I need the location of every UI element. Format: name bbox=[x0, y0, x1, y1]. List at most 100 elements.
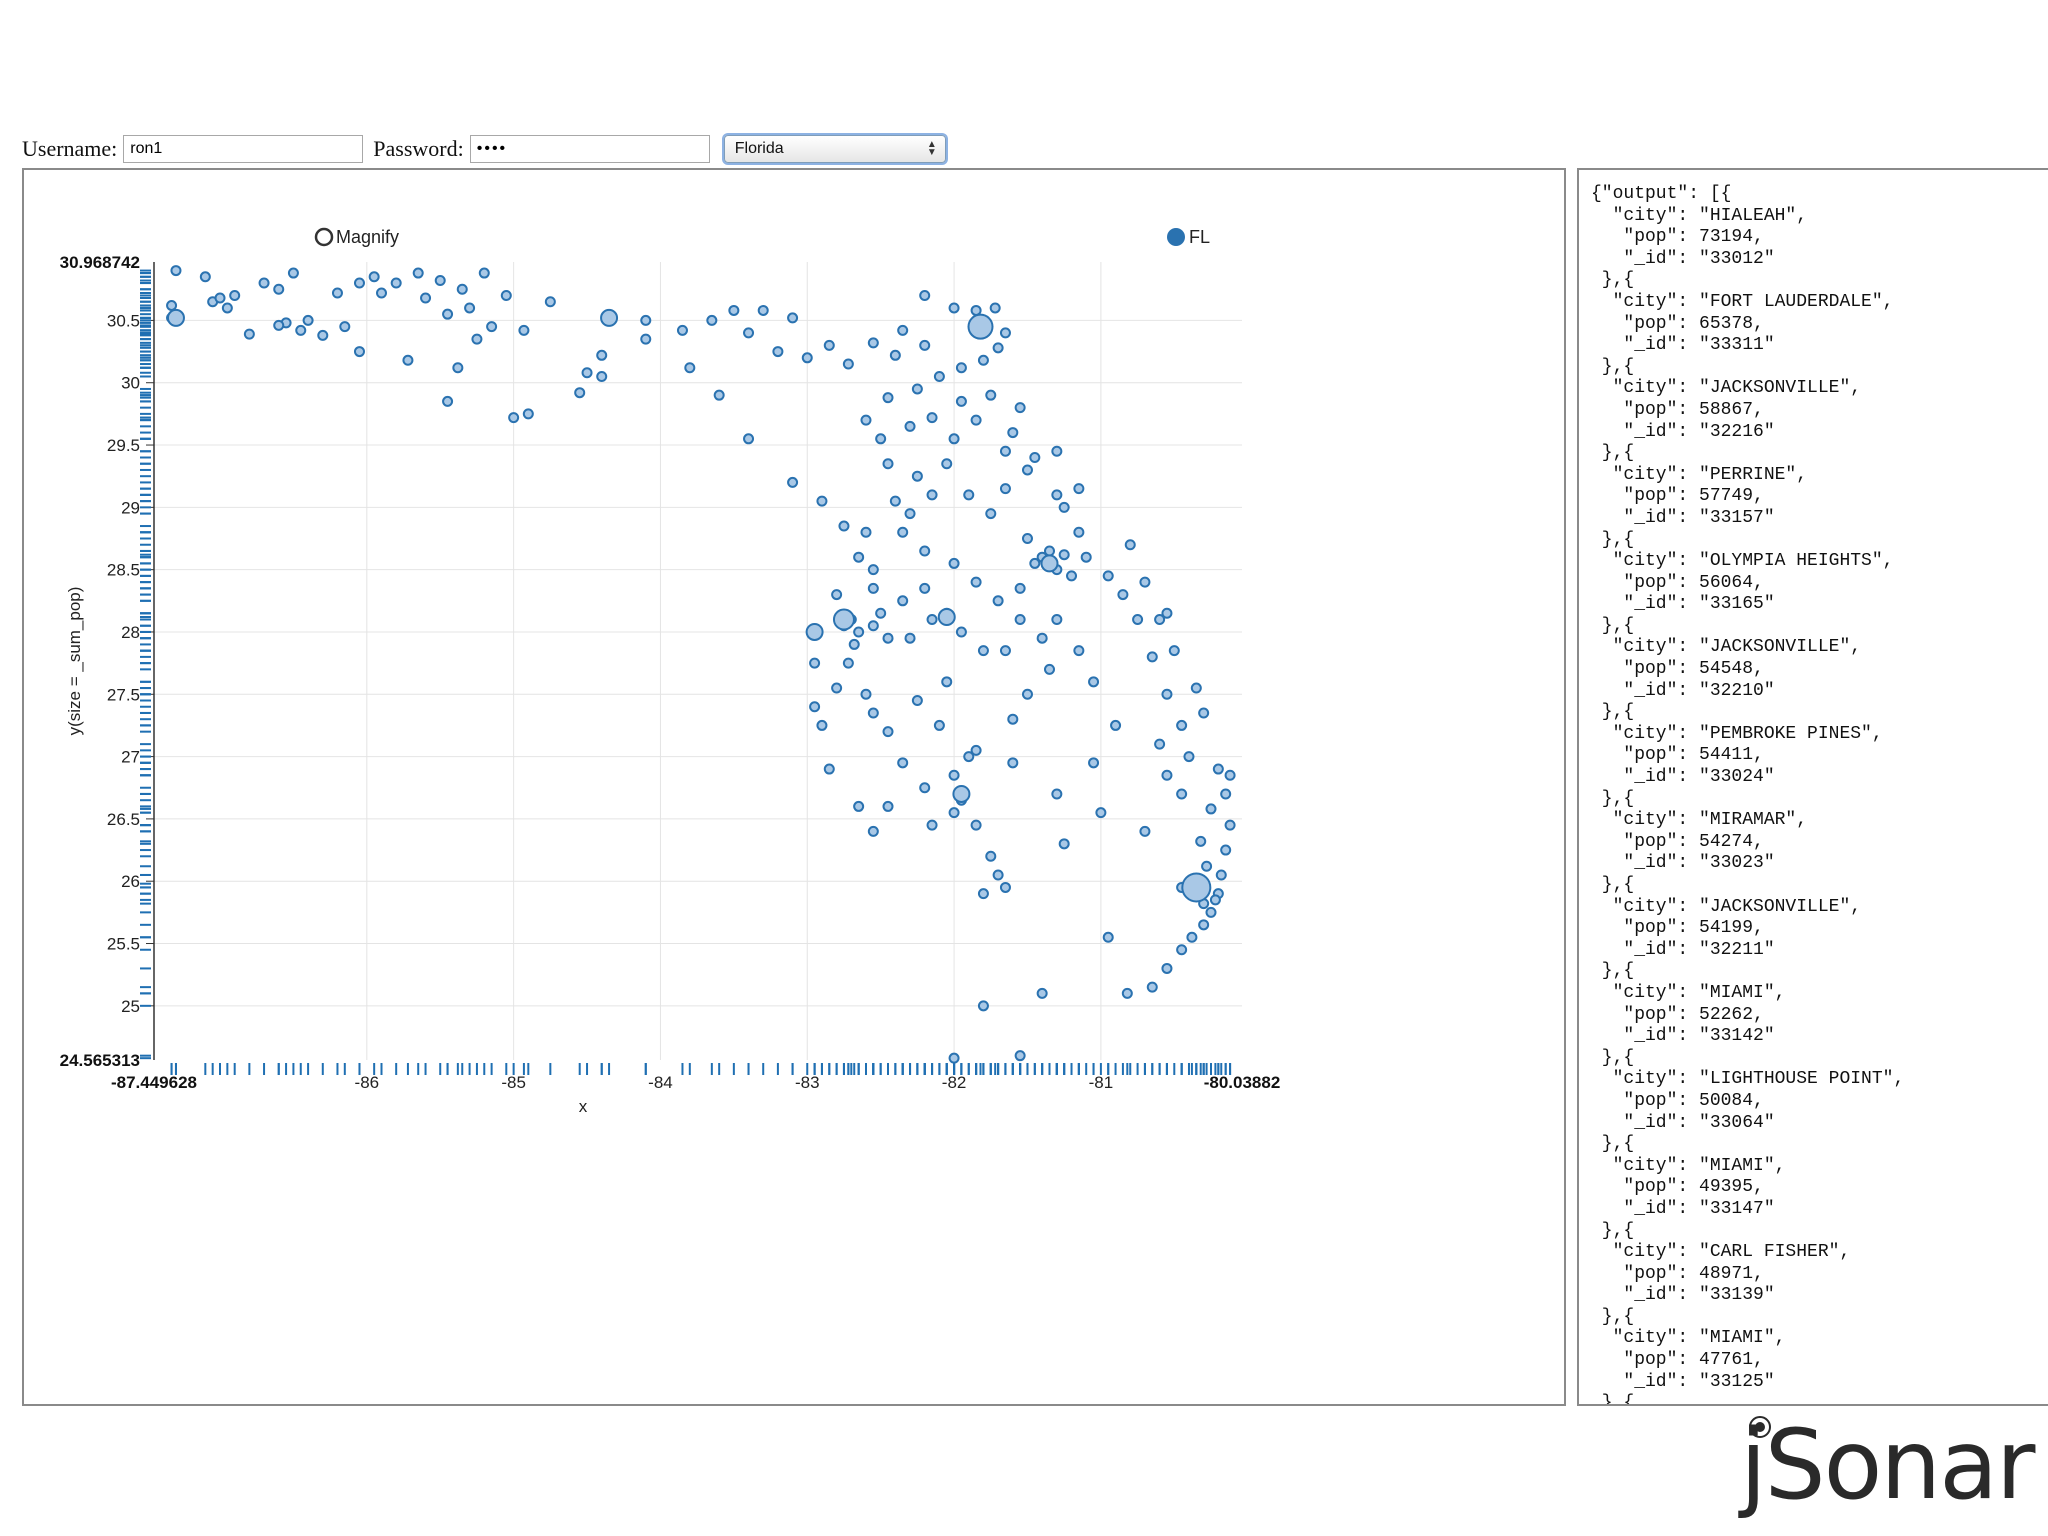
data-point bbox=[860, 688, 872, 700]
json-output-panel[interactable]: {"output": [{ "city": "HIALEAH", "pop": … bbox=[1577, 168, 2048, 1406]
y-tick-label: 28 bbox=[121, 623, 140, 642]
data-point bbox=[1183, 751, 1195, 763]
data-point bbox=[214, 292, 226, 304]
x-tick-label: -82 bbox=[942, 1073, 967, 1092]
data-point bbox=[941, 676, 953, 688]
data-point bbox=[1058, 501, 1070, 513]
data-point bbox=[596, 370, 608, 382]
username-input[interactable] bbox=[123, 135, 364, 163]
state-select[interactable]: Florida ▲ ▼ bbox=[723, 135, 946, 163]
data-point bbox=[948, 1052, 960, 1064]
jsonar-logo: jSonar bbox=[1740, 1405, 2040, 1530]
data-point bbox=[464, 302, 476, 314]
data-point bbox=[1198, 919, 1210, 931]
data-point bbox=[1209, 894, 1221, 906]
data-point bbox=[948, 302, 960, 314]
data-point bbox=[897, 595, 909, 607]
data-point bbox=[948, 769, 960, 781]
data-point-large bbox=[166, 308, 185, 327]
y-tick-label: 29.5 bbox=[107, 436, 140, 455]
data-point bbox=[904, 508, 916, 520]
data-point bbox=[1201, 860, 1213, 872]
login-bar: Username: Password: Florida ▲▼ bbox=[22, 131, 946, 167]
data-point bbox=[1224, 769, 1236, 781]
data-point bbox=[1139, 825, 1151, 837]
data-point bbox=[456, 283, 468, 295]
data-point bbox=[1205, 906, 1217, 918]
data-point bbox=[882, 726, 894, 738]
data-point bbox=[919, 545, 931, 557]
data-point bbox=[875, 607, 887, 619]
data-point bbox=[860, 414, 872, 426]
data-point bbox=[948, 433, 960, 445]
data-point bbox=[199, 271, 211, 283]
data-point bbox=[955, 626, 967, 638]
scatter-chart[interactable]: 25 25.5 26 26.5 27 27.5 28 28.5 29 29.5 30 30.5 30.9… bbox=[24, 170, 1564, 1404]
data-point bbox=[640, 333, 652, 345]
y-tick-label: 29 bbox=[121, 498, 140, 517]
data-point bbox=[977, 888, 989, 900]
data-point-large bbox=[1040, 554, 1059, 573]
data-point bbox=[823, 763, 835, 775]
data-point bbox=[977, 645, 989, 657]
logo-signal-icon bbox=[1749, 1416, 1771, 1438]
y-max-label: 30.968742 bbox=[60, 253, 140, 272]
data-point bbox=[1139, 576, 1151, 588]
data-point-large bbox=[832, 608, 855, 631]
data-point bbox=[1029, 451, 1041, 463]
data-point bbox=[295, 324, 307, 336]
data-point bbox=[757, 304, 769, 316]
data-point bbox=[977, 1000, 989, 1012]
data-point bbox=[331, 287, 343, 299]
x-tick-label: -85 bbox=[501, 1073, 526, 1092]
data-point bbox=[838, 520, 850, 532]
data-point bbox=[273, 319, 285, 331]
data-point bbox=[684, 362, 696, 374]
data-point bbox=[897, 324, 909, 336]
data-point bbox=[1161, 769, 1173, 781]
data-point bbox=[787, 312, 799, 324]
data-point bbox=[420, 292, 432, 304]
data-point bbox=[977, 354, 989, 366]
data-point bbox=[1220, 788, 1232, 800]
data-point bbox=[1051, 445, 1063, 457]
data-point bbox=[985, 389, 997, 401]
data-point bbox=[596, 349, 608, 361]
data-point bbox=[970, 576, 982, 588]
data-point bbox=[860, 526, 872, 538]
data-point bbox=[816, 495, 828, 507]
data-point bbox=[867, 582, 879, 594]
data-point bbox=[882, 800, 894, 812]
data-point bbox=[706, 314, 718, 326]
data-point-large bbox=[600, 308, 619, 327]
data-point bbox=[229, 289, 241, 301]
data-point bbox=[1176, 788, 1188, 800]
data-point bbox=[500, 289, 512, 301]
data-point bbox=[412, 267, 424, 279]
data-point bbox=[992, 595, 1004, 607]
data-point bbox=[471, 333, 483, 345]
data-point bbox=[919, 339, 931, 351]
data-point-large bbox=[937, 608, 956, 627]
x-max-label: -80.03882 bbox=[1204, 1073, 1281, 1092]
logo-text: jSonar bbox=[1740, 1409, 2035, 1521]
data-point bbox=[1220, 844, 1232, 856]
magnify-toggle-icon[interactable] bbox=[314, 227, 334, 247]
data-point bbox=[1102, 570, 1114, 582]
data-point bbox=[1021, 688, 1033, 700]
password-label: Password: bbox=[373, 136, 464, 161]
state-select-value: Florida bbox=[734, 140, 784, 157]
data-point bbox=[1161, 607, 1173, 619]
data-point bbox=[640, 314, 652, 326]
data-point bbox=[992, 342, 1004, 354]
data-point bbox=[1080, 551, 1092, 563]
data-point bbox=[842, 358, 854, 370]
data-point bbox=[853, 551, 865, 563]
password-input[interactable] bbox=[469, 135, 710, 163]
y-axis-label: y(size = _sum_pop) bbox=[65, 587, 84, 736]
data-point bbox=[999, 327, 1011, 339]
data-point bbox=[1117, 589, 1129, 601]
data-point bbox=[853, 626, 865, 638]
legend-fl-marker bbox=[1167, 228, 1185, 246]
data-point bbox=[1168, 645, 1180, 657]
